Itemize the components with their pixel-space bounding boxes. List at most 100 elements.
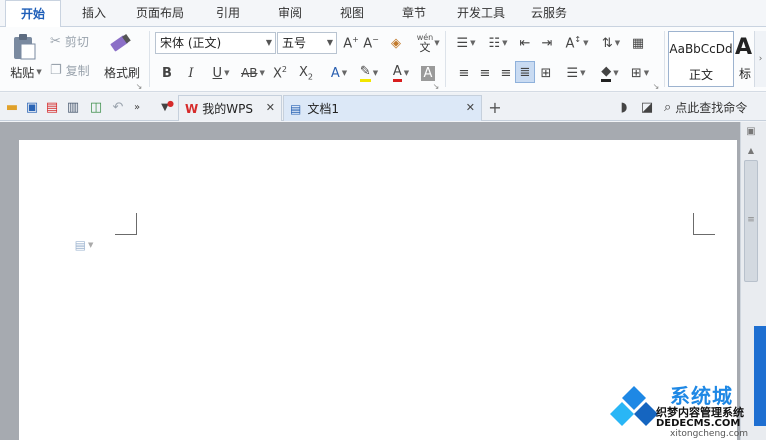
- save-button[interactable]: ▣: [24, 98, 40, 116]
- paragraph-layout-handle[interactable]: ▤ ▼: [71, 237, 97, 253]
- borders-button[interactable]: ⊞ ▼: [626, 63, 654, 83]
- align-right-button[interactable]: ≡: [497, 63, 515, 83]
- style-gallery-scroll[interactable]: ›: [754, 31, 766, 87]
- print-preview-button[interactable]: ◫: [88, 98, 104, 116]
- open-folder-button[interactable]: ▬: [4, 98, 20, 116]
- tab-document-1[interactable]: ▤ 文档1 ✕: [283, 95, 482, 121]
- close-icon[interactable]: ✕: [466, 101, 475, 114]
- undo-button[interactable]: ↶: [110, 98, 126, 116]
- justify-button[interactable]: ≣: [515, 61, 535, 83]
- grow-font-icon: A+: [343, 34, 359, 52]
- print-button[interactable]: ▥: [64, 98, 82, 116]
- tab-document-1-label: 文档1: [307, 102, 339, 116]
- bullet-list-icon: ☰: [456, 35, 469, 51]
- tab-review[interactable]: 审阅: [262, 0, 318, 27]
- command-search[interactable]: ⌕ 点此查找命令: [664, 98, 764, 116]
- align-center-button[interactable]: ≡: [476, 63, 494, 83]
- text-effect-button[interactable]: A ▼: [324, 63, 354, 83]
- shading-button[interactable]: ◆ ▼: [596, 63, 624, 83]
- font-name-combo[interactable]: 宋体 (正文) ▼: [155, 32, 276, 54]
- chevron-down-icon: ▼: [36, 68, 42, 76]
- font-color-button[interactable]: A ▼: [386, 63, 416, 83]
- cut-button[interactable]: ✂ 剪切: [50, 32, 100, 50]
- strikethrough-icon: AB: [241, 66, 258, 80]
- line-spacing-button[interactable]: ☰ ▼: [562, 63, 590, 83]
- tab-cloud-services[interactable]: 云服务: [520, 0, 578, 27]
- comment-icon: ◪: [640, 99, 654, 115]
- highlight-button[interactable]: ✎ ▼: [354, 63, 384, 83]
- format-painter-button[interactable]: 格式刷: [100, 63, 144, 81]
- format-painter-icon[interactable]: [106, 31, 136, 59]
- character-shading-button[interactable]: A: [418, 63, 438, 83]
- tab-developer-tools[interactable]: 开发工具: [448, 0, 514, 27]
- text-effect-icon: A: [330, 65, 340, 81]
- copy-button[interactable]: ❐ 复制: [50, 61, 100, 79]
- paste-button[interactable]: 粘贴 ▼: [4, 63, 48, 81]
- tab-home[interactable]: 开始: [5, 0, 61, 28]
- sort-button[interactable]: ⇅ ▼: [598, 33, 624, 53]
- increase-indent-button[interactable]: ⇥: [538, 33, 556, 53]
- chinese-layout-button[interactable]: A↕ ▼: [562, 33, 592, 53]
- tab-insert[interactable]: 插入: [67, 0, 121, 27]
- share-icon: ◗: [620, 99, 628, 115]
- italic-button[interactable]: I: [182, 63, 200, 83]
- shrink-font-icon: A−: [363, 34, 379, 52]
- shrink-font-button[interactable]: A−: [362, 33, 380, 53]
- clear-format-button[interactable]: ◈: [386, 33, 406, 53]
- margin-corner-mark: [693, 213, 715, 235]
- save-icon: ▣: [25, 99, 39, 115]
- table-border-button[interactable]: ▦: [628, 33, 648, 53]
- paragraph-launcher-icon[interactable]: ↘: [651, 81, 661, 91]
- close-icon[interactable]: ✕: [266, 101, 275, 114]
- tab-section[interactable]: 章节: [386, 0, 442, 27]
- format-painter-label: 格式刷: [103, 65, 140, 80]
- decrease-indent-button[interactable]: ⇤: [516, 33, 534, 53]
- italic-icon: I: [188, 65, 194, 81]
- comment-button[interactable]: ◪: [638, 98, 656, 116]
- bold-icon: B: [162, 65, 172, 81]
- indent-icon: ⇥: [541, 35, 553, 51]
- export-pdf-button[interactable]: ▤: [44, 98, 60, 116]
- eraser-icon: ◈: [391, 35, 401, 51]
- chevron-down-icon: ▼: [265, 38, 272, 47]
- customize-quickbar-button[interactable]: ▼ ●: [156, 98, 174, 116]
- scroll-up-icon[interactable]: ▲: [744, 144, 758, 156]
- line-spacing-icon: ☰: [566, 65, 579, 81]
- grow-font-button[interactable]: A+: [342, 33, 360, 53]
- tab-references[interactable]: 引用: [200, 0, 256, 27]
- style-heading-1[interactable]: A 标: [735, 31, 753, 87]
- more-commands-button[interactable]: »: [130, 98, 144, 116]
- chevron-down-icon[interactable]: ▼: [432, 35, 440, 51]
- split-view-icon[interactable]: ▣: [744, 124, 758, 138]
- tab-view[interactable]: 视图: [324, 0, 380, 27]
- folder-icon: ▬: [5, 99, 19, 115]
- sort-icon: ⇅: [601, 35, 613, 51]
- tab-my-wps[interactable]: W 我的WPS ✕: [178, 95, 282, 121]
- margin-corner-mark: [115, 213, 137, 235]
- share-button[interactable]: ◗: [616, 98, 632, 116]
- paste-icon[interactable]: [6, 31, 42, 63]
- tab-page-layout[interactable]: 页面布局: [127, 0, 193, 27]
- underline-button[interactable]: U ▼: [206, 63, 236, 83]
- align-left-button[interactable]: ≡: [455, 63, 473, 83]
- distributed-icon: ⊞: [540, 65, 552, 81]
- align-center-icon: ≡: [479, 65, 491, 81]
- quick-access-bar: ▬ ▣ ▤ ▥ ◫ ↶ » ▼ ● W 我的WPS ✕ ▤ 文档1 ✕ + ◗ ◪…: [0, 93, 766, 121]
- numbered-list-button[interactable]: ☷ ▼: [484, 33, 512, 53]
- superscript-button[interactable]: X2: [270, 63, 290, 83]
- font-size-combo[interactable]: 五号 ▼: [277, 32, 337, 54]
- font-color-icon: A: [392, 64, 402, 82]
- clipboard-launcher-icon[interactable]: ↘: [134, 81, 144, 91]
- font-launcher-icon[interactable]: ↘: [431, 81, 441, 91]
- distributed-button[interactable]: ⊞: [537, 63, 555, 83]
- new-tab-button[interactable]: +: [486, 97, 504, 117]
- bullet-list-button[interactable]: ☰ ▼: [452, 33, 480, 53]
- highlighter-icon: ✎: [359, 64, 371, 82]
- bold-button[interactable]: B: [158, 63, 176, 83]
- style-normal[interactable]: AaBbCcDd 正文: [668, 31, 734, 87]
- strikethrough-button[interactable]: AB ▼: [238, 63, 268, 83]
- superscript-icon: X2: [273, 64, 287, 82]
- search-icon: ⌕: [664, 99, 672, 115]
- copy-icon: ❐: [50, 62, 62, 78]
- subscript-button[interactable]: X2: [296, 63, 316, 83]
